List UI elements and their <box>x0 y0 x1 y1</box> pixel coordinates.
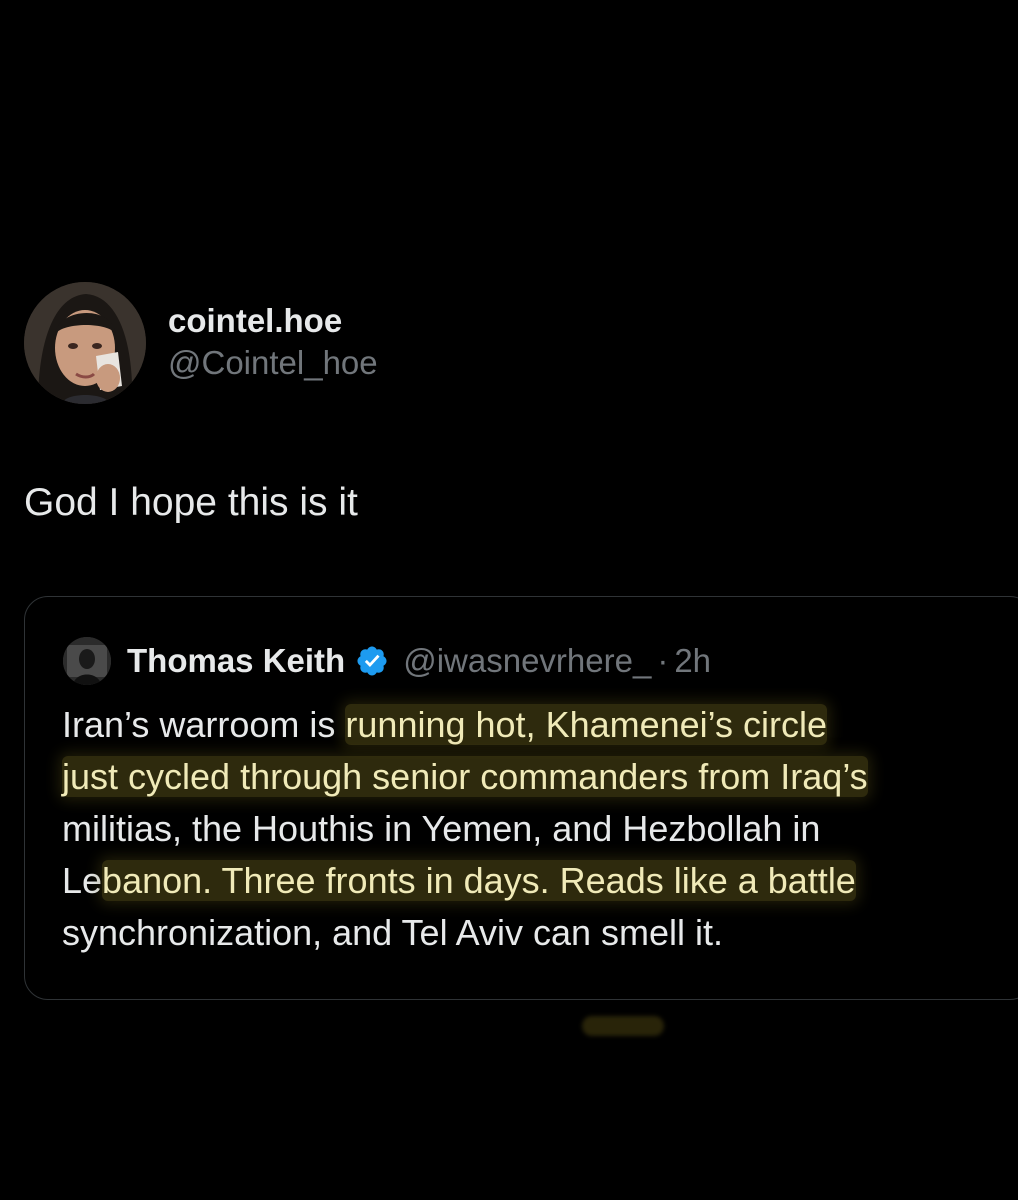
line-highlight: running hot, Khamenei’s circle <box>345 704 828 745</box>
highlight-smudge <box>582 1016 664 1036</box>
author-display-name[interactable]: cointel.hoe <box>168 301 378 341</box>
profile-photo-icon <box>24 282 146 404</box>
quoted-text-line: synchronization, and Tel Aviv can smell … <box>62 907 1018 959</box>
author-handle[interactable]: @Cointel_hoe <box>168 341 378 385</box>
quoted-text-line: militias, the Houthis in Yemen, and Hezb… <box>62 803 1018 855</box>
quoted-text-line: Iran’s warroom is running hot, Khamenei’… <box>62 699 1018 751</box>
line-highlight: just cycled through senior commanders fr… <box>62 756 868 797</box>
quoted-profile-photo-icon <box>63 637 111 685</box>
quoted-timestamp[interactable]: 2h <box>674 642 711 680</box>
line-plain: Iran’s warroom is <box>62 704 346 745</box>
author-info: cointel.hoe @Cointel_hoe <box>168 301 378 385</box>
quoted-tweet-text: Iran’s warroom is running hot, Khamenei’… <box>62 699 1018 959</box>
tweet-text: God I hope this is it <box>24 481 358 524</box>
quoted-tweet-header: Thomas Keith @iwasnevrhere_ · 2h <box>63 637 711 685</box>
line-plain: Le <box>62 860 103 901</box>
quoted-tweet-card[interactable]: Thomas Keith @iwasnevrhere_ · 2h Iran’s … <box>24 596 1018 1000</box>
quoted-handle[interactable]: @iwasnevrhere_ <box>403 642 651 680</box>
tweet-header: cointel.hoe @Cointel_hoe <box>24 282 378 404</box>
verified-badge-icon <box>355 644 389 678</box>
quoted-avatar[interactable] <box>63 637 111 685</box>
quoted-text-line: just cycled through senior commanders fr… <box>62 751 1018 803</box>
line-highlight: banon. Three fronts in days. Reads like … <box>102 860 856 901</box>
quoted-display-name[interactable]: Thomas Keith <box>127 642 345 680</box>
line-plain: militias, the Houthis in Yemen, and Hezb… <box>62 808 821 849</box>
quoted-text-line: Lebanon. Three fronts in days. Reads lik… <box>62 855 1018 907</box>
separator-dot: · <box>657 642 669 679</box>
line-plain: synchronization, and Tel Aviv can smell … <box>62 912 724 953</box>
avatar[interactable] <box>24 282 146 404</box>
